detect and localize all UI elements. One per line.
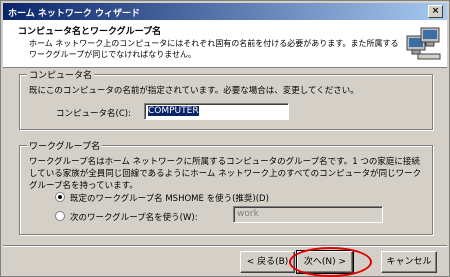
workgroup-group-label: ワークグループ名 [27,139,103,152]
wizard-window: ホーム ネットワーク ウィザード × コンピュータ名とワークグループ名 ホーム … [0,0,450,277]
next-button[interactable]: 次へ(N) > [296,250,354,274]
cancel-button[interactable]: キャンセル [381,251,437,273]
workgroup-group: ワークグループ名 ワークグループ名はホーム ネットワークに所属するコンピュータの… [19,139,433,235]
computer-name-input[interactable]: COMPUTER [144,103,289,120]
window-title: ホーム ネットワーク ウィザード [8,9,140,19]
custom-workgroup-label[interactable]: 次のワークグループ名を使う(W): [70,211,198,223]
computer-name-group-label: コンピュータ名 [27,68,95,81]
close-button[interactable]: × [428,5,443,18]
footer-divider [3,245,447,247]
custom-workgroup-input[interactable]: work [233,206,383,223]
title-bar[interactable]: ホーム ネットワーク ウィザード × [3,3,447,20]
computer-name-field-label: コンピュータ名(C): [56,109,131,119]
default-workgroup-radio[interactable] [55,192,65,202]
header-title: コンピュータ名とワークグループ名 [18,27,162,37]
wizard-header: コンピュータ名とワークグループ名 ホーム ネットワーク上のコンピュータにはそれぞ… [3,20,447,68]
computer-name-description: 既にこのコンピュータの名前が指定されています。必要な場合は、変更してください。 [29,86,359,96]
header-description: ホーム ネットワーク上のコンピュータにはそれぞれ固有の名前を付ける必要があります… [29,39,399,59]
back-button[interactable]: < 戻る(B) [240,251,295,273]
default-workgroup-label[interactable]: 既定のワークグループ名 MSHOME を使う(推奨)(D) [70,192,269,204]
computer-name-group: コンピュータ名 既にこのコンピュータの名前が指定されています。必要な場合は、変更… [19,68,433,130]
computers-icon [406,27,441,60]
workgroup-description: ワークグループ名はホーム ネットワークに所属するコンピュータのグループ名です。1… [29,157,422,191]
custom-workgroup-radio[interactable] [55,211,65,221]
computer-name-value: COMPUTER [148,106,199,116]
